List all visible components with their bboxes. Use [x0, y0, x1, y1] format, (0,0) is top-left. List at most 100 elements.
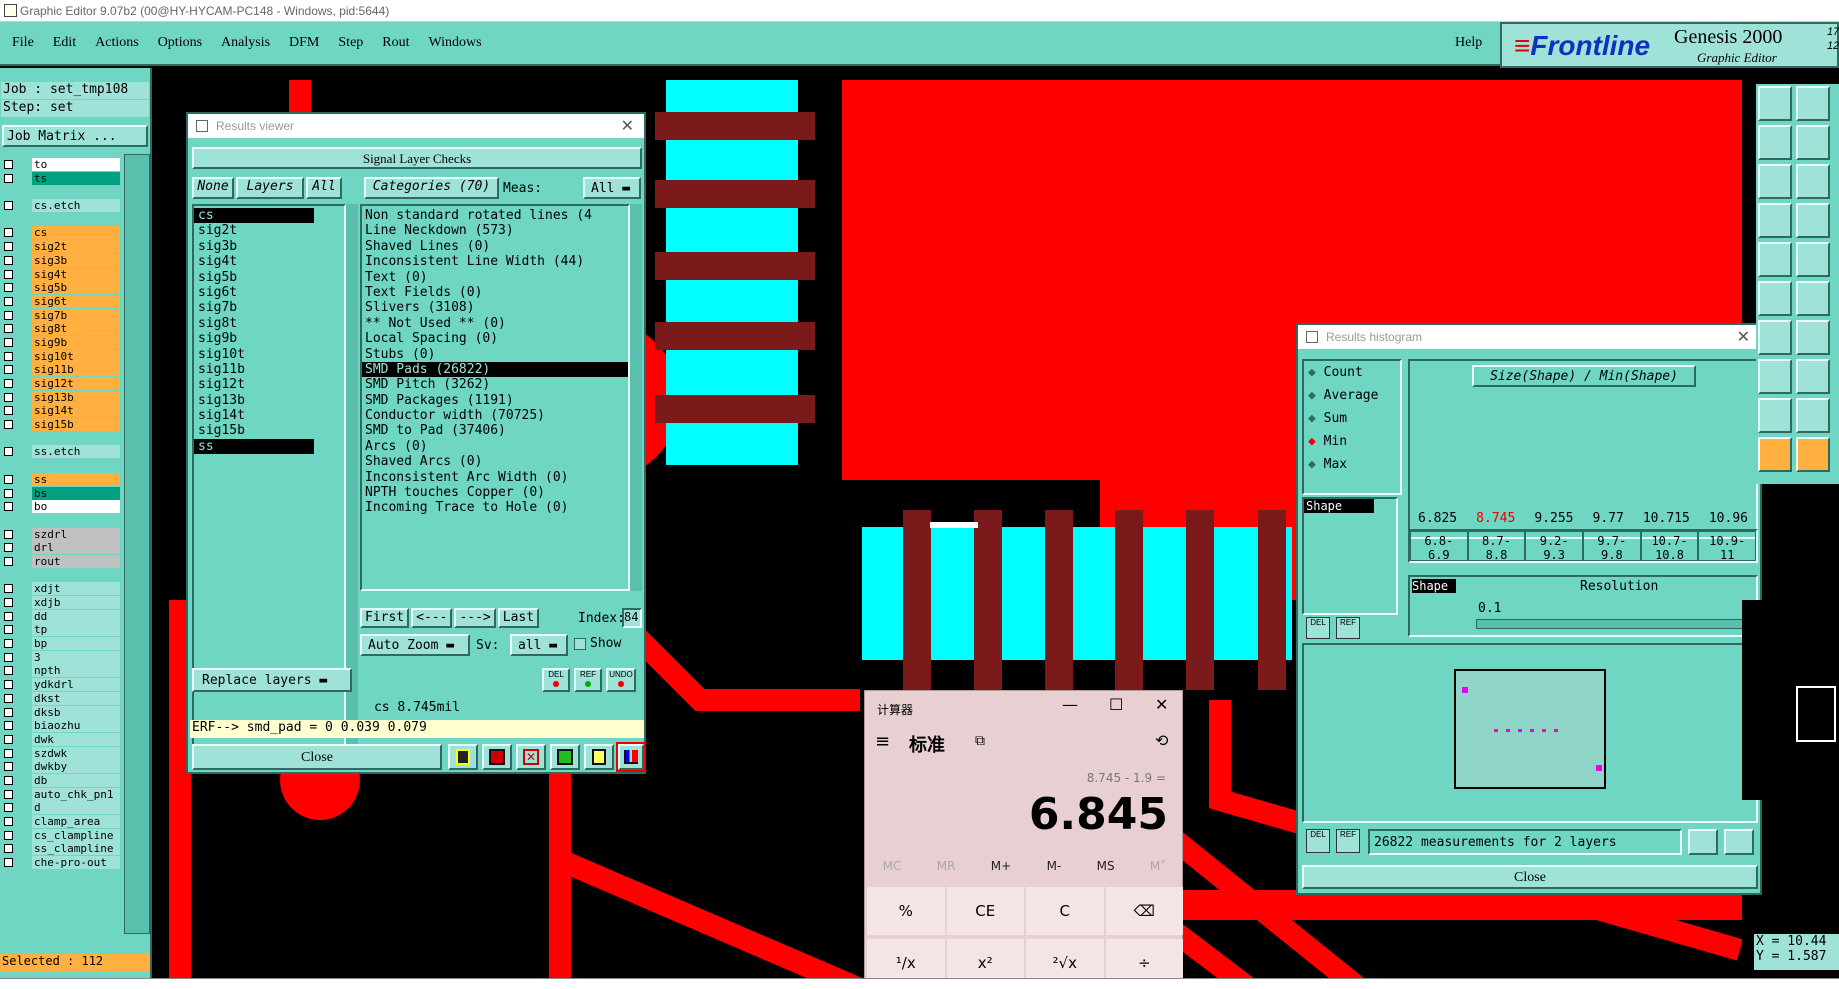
all-button[interactable]: All	[306, 177, 342, 199]
layer-row[interactable]: db	[4, 773, 120, 788]
layer-row[interactable]: auto_chk_pn1	[4, 787, 120, 802]
ref-button[interactable]: REF	[574, 668, 602, 692]
report-icon[interactable]	[482, 744, 512, 770]
layer-checkbox[interactable]	[4, 625, 13, 635]
layer-checkbox[interactable]	[4, 748, 13, 758]
notes-icon[interactable]	[584, 744, 614, 770]
layer-row[interactable]: dwkby	[4, 760, 120, 774]
layer-checkbox[interactable]	[4, 598, 13, 607]
menu-edit[interactable]: Edit	[53, 35, 76, 51]
check-item[interactable]: Conductor width (70725)	[362, 408, 628, 423]
shape-list[interactable]: Shape	[1302, 497, 1398, 615]
layer-row[interactable]: ss	[4, 472, 120, 487]
menu-step[interactable]: Step	[338, 35, 363, 51]
option-sum[interactable]: ◆ Sum	[1304, 411, 1400, 434]
check-item[interactable]: Local Spacing (0)	[362, 331, 628, 346]
close-icon[interactable]: ✕	[621, 116, 634, 136]
layer-item[interactable]: sig13b	[194, 393, 314, 408]
sv-dropdown[interactable]: all ▬	[510, 634, 568, 656]
layer-item[interactable]: sig9b	[194, 331, 314, 346]
nav-button[interactable]: --->	[454, 608, 496, 628]
net-icon[interactable]	[1758, 281, 1792, 316]
keep-on-top-icon[interactable]: ⧉	[975, 733, 985, 749]
layer-checkbox[interactable]	[4, 351, 13, 361]
layer-item[interactable]: sig14t	[194, 408, 314, 423]
layer-checkbox[interactable]	[4, 789, 13, 799]
layer-checkbox[interactable]	[4, 337, 13, 347]
option-count[interactable]: ◆ Count	[1304, 365, 1400, 388]
layer-row[interactable]: sig8t	[4, 322, 120, 336]
layer-checkbox[interactable]	[4, 734, 13, 744]
layer-row[interactable]: szdwk	[4, 746, 120, 761]
layer-item[interactable]: sig6t	[194, 285, 314, 300]
close-icon[interactable]: ✕	[1737, 327, 1750, 347]
minimize-icon[interactable]: —	[1062, 695, 1078, 714]
layer-row[interactable]: npth	[4, 664, 120, 678]
layer-checkbox[interactable]	[4, 666, 13, 676]
option-min[interactable]: ◆ Min	[1304, 434, 1400, 457]
command-line[interactable]	[0, 978, 1839, 989]
layer-row[interactable]: bo	[4, 500, 120, 514]
menu-dfm[interactable]: DFM	[289, 35, 319, 51]
meas-dropdown[interactable]: All ▬	[583, 177, 641, 199]
export-icon[interactable]	[1688, 829, 1718, 855]
layer-row[interactable]: xdjt	[4, 582, 120, 596]
history-icon[interactable]: ⟲	[1155, 731, 1168, 750]
layer-row[interactable]: sig10t	[4, 349, 120, 364]
layer-checkbox[interactable]	[4, 324, 13, 334]
layer-checkbox[interactable]	[4, 296, 13, 306]
check-item[interactable]: SMD to Pad (37406)	[362, 423, 628, 438]
check-item[interactable]: Text (0)	[362, 270, 628, 285]
check-item[interactable]: SMD Packages (1191)	[362, 393, 628, 408]
checks-list[interactable]: Non standard rotated lines (4 Line Neckdo…	[360, 204, 630, 591]
layer-checkbox[interactable]	[4, 392, 13, 402]
layer-checkbox[interactable]	[4, 447, 13, 457]
layer-row[interactable]: che-pro-out	[4, 856, 120, 870]
layer-row[interactable]: sig12t	[4, 377, 120, 391]
layer-checkbox[interactable]	[4, 652, 13, 662]
show-checkbox[interactable]	[574, 638, 586, 650]
layer-row[interactable]: drl	[4, 541, 120, 555]
layer-checkbox[interactable]	[4, 639, 13, 649]
layer-checkbox[interactable]	[4, 173, 13, 183]
nav-button[interactable]: <---	[411, 608, 453, 628]
layer-checkbox[interactable]	[4, 584, 13, 594]
memory-button[interactable]: M-	[1047, 859, 1062, 873]
pad-icon[interactable]	[1758, 359, 1792, 394]
help-menu[interactable]: Help	[1455, 35, 1482, 51]
memory-button[interactable]: MS	[1097, 859, 1115, 873]
layer-checkbox[interactable]	[4, 379, 13, 388]
layer-checkbox[interactable]	[4, 680, 13, 690]
histogram-icon[interactable]	[616, 742, 646, 772]
layer-row[interactable]: sig15b	[4, 418, 120, 432]
layer-row[interactable]: rout	[4, 554, 120, 569]
grid-icon[interactable]	[1796, 203, 1830, 238]
replace-layers-dropdown[interactable]: Replace layers ▬	[192, 668, 352, 692]
layer-row[interactable]: bs	[4, 486, 120, 501]
move-right-icon[interactable]	[1796, 125, 1830, 160]
layer-checkbox[interactable]	[4, 707, 13, 717]
select-icon[interactable]	[1758, 203, 1792, 238]
layer-checkbox[interactable]	[4, 365, 13, 375]
layer-checkbox[interactable]	[4, 310, 13, 320]
layer-row[interactable]: sig4t	[4, 267, 120, 282]
zoom-icon[interactable]	[1796, 164, 1830, 199]
layer-checkbox[interactable]	[4, 844, 13, 854]
option-max[interactable]: ◆ Max	[1304, 457, 1400, 480]
check-item[interactable]: SMD Pads (26822)	[362, 361, 628, 378]
layer-item[interactable]: cs	[194, 208, 314, 224]
layers-button[interactable]: Layers	[236, 177, 304, 199]
check-item[interactable]: Inconsistent Arc Width (0)	[362, 470, 628, 485]
layer-row[interactable]: clamp_area	[4, 815, 120, 829]
measure-icon[interactable]	[1796, 359, 1830, 394]
layer-row[interactable]: sig9b	[4, 335, 120, 350]
layer-checkbox[interactable]	[4, 830, 13, 840]
layer-row[interactable]: sig14t	[4, 404, 120, 418]
check-item[interactable]: Shaved Lines (0)	[362, 239, 628, 254]
layer-row[interactable]: ts	[4, 171, 120, 186]
check-item[interactable]: Stubs (0)	[362, 347, 628, 362]
index-field[interactable]: 84	[622, 608, 642, 628]
calc-key[interactable]: ⌫	[1105, 887, 1183, 935]
polygon-icon[interactable]	[1796, 398, 1830, 433]
layer-row[interactable]: ss_clampline	[4, 842, 120, 856]
